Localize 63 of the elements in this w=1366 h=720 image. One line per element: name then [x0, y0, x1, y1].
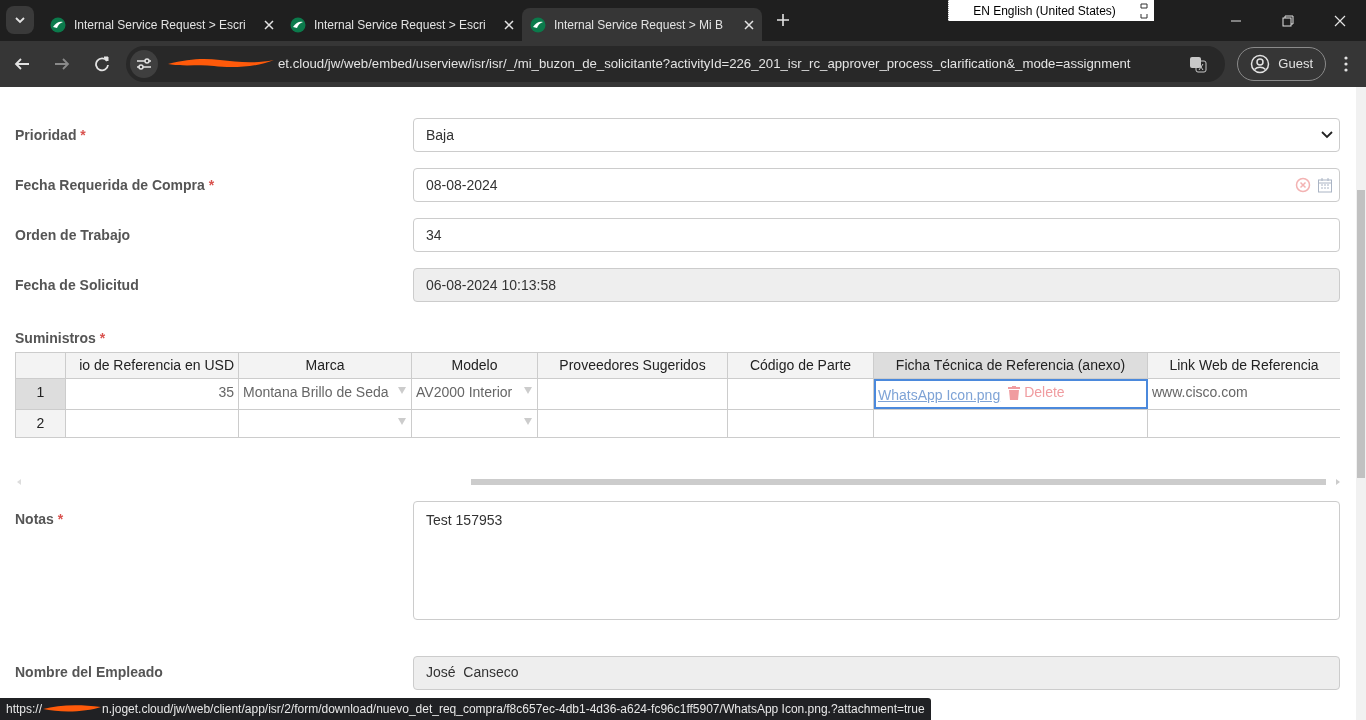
scrollbar-thumb[interactable]	[1357, 190, 1365, 478]
leaf-logo-icon	[290, 16, 306, 33]
trash-icon	[1008, 385, 1021, 400]
row-number[interactable]: 2	[15, 409, 66, 437]
table-cell: 35	[65, 378, 239, 409]
column-header[interactable]: Modelo	[411, 352, 538, 379]
url-text: et.cloud/jw/web/embed/userview/isr/isr/_/mi_buzon_de_solicitante?activityId=226_201_isr_rc_approver_process_clarification&_mode=assignment	[278, 55, 1131, 74]
notes-textarea[interactable]: Test 157953	[413, 500, 1340, 620]
resize-grip-icon	[1140, 1, 1148, 20]
browser-tab[interactable]: Internal Service Request > Escri	[282, 8, 522, 41]
browser-tab[interactable]: Internal Service Request > Mi B	[522, 8, 762, 41]
readonly-field: José Canseco	[413, 655, 1340, 690]
close-icon[interactable]	[504, 19, 514, 30]
status-url-text: n.joget.cloud/jw/web/client/app/isr/2/form/download/nuevo_det_req_compra/f8c657ec-4db1-4d36-a624-fc96c1ff5907/WhatsApp Icon.png.?attachment=true	[102, 701, 925, 718]
column-header[interactable]: Proveedores Sugeridos	[537, 352, 728, 379]
required-mark: *	[208, 176, 215, 193]
chevron-icon	[14, 16, 26, 24]
field-label: Orden de Trabajo	[15, 226, 131, 243]
close-icon[interactable]	[264, 19, 274, 30]
table-cell: Montana Brillo de Seda	[238, 378, 412, 409]
more-menu-icon[interactable]	[1344, 56, 1348, 72]
restore-icon[interactable]	[1282, 14, 1294, 27]
translate-icon[interactable]	[1189, 55, 1208, 73]
field-label: Notas	[15, 510, 54, 527]
tab-title: Internal Service Request > Escri	[74, 16, 246, 34]
chevron-icon	[1321, 131, 1333, 139]
field-label: Fecha de Solicitud	[15, 276, 139, 293]
header-cell	[15, 352, 66, 379]
column-header[interactable]: Ficha Técnica de Referencia (anexo)	[873, 352, 1148, 379]
row-number[interactable]: 1	[15, 378, 66, 409]
scrollbar-thumb[interactable]	[471, 478, 1326, 485]
required-mark: *	[57, 510, 64, 527]
leaf-logo-icon	[50, 16, 66, 33]
plus-icon[interactable]	[776, 13, 790, 27]
field-label: Fecha Requerida de Compra	[15, 176, 205, 193]
leaf-logo-icon	[530, 16, 546, 33]
reload-icon[interactable]	[94, 56, 110, 72]
column-header[interactable]: Código de Parte	[727, 352, 874, 379]
table-cell: AV2000 Interior	[411, 378, 538, 409]
select-field[interactable]: Baja	[413, 118, 1340, 152]
required-mark: *	[80, 126, 86, 143]
readonly-field: 06-08-2024 10:13:58	[413, 268, 1340, 302]
back-arrow-icon[interactable]	[14, 56, 30, 72]
column-header[interactable]: io de Referencia en USD	[65, 352, 239, 379]
field-label: Suministros	[15, 330, 96, 346]
browser-tab[interactable]: Internal Service Request > Escri	[42, 8, 282, 41]
tab-title: Internal Service Request > Escri	[314, 16, 486, 34]
column-header[interactable]: Link Web de Referencia	[1147, 352, 1340, 379]
column-header[interactable]: Marca	[238, 352, 412, 379]
required-mark: *	[99, 330, 106, 346]
close-icon[interactable]	[744, 19, 754, 30]
tab-title: Internal Service Request > Mi B	[554, 16, 724, 34]
status-url-text: https://	[6, 701, 43, 718]
tab-search-button[interactable]	[6, 6, 34, 34]
sliders-icon	[136, 57, 152, 71]
field-label: Nombre del Empleado	[15, 664, 163, 680]
user-icon	[1250, 54, 1271, 74]
field-label: Prioridad	[15, 126, 77, 143]
site-info-button[interactable]	[130, 50, 158, 78]
address-bar[interactable]: et.cloud/jw/web/embed/userview/isr/isr/_/mi_buzon_de_solicitante?activityId=226_201_isr_rc_approver_process_clarification&_mode=assignment	[126, 46, 1226, 82]
close-icon[interactable]	[1334, 14, 1346, 27]
forward-arrow-icon[interactable]	[54, 56, 70, 72]
text-field[interactable]: 34	[413, 218, 1340, 252]
